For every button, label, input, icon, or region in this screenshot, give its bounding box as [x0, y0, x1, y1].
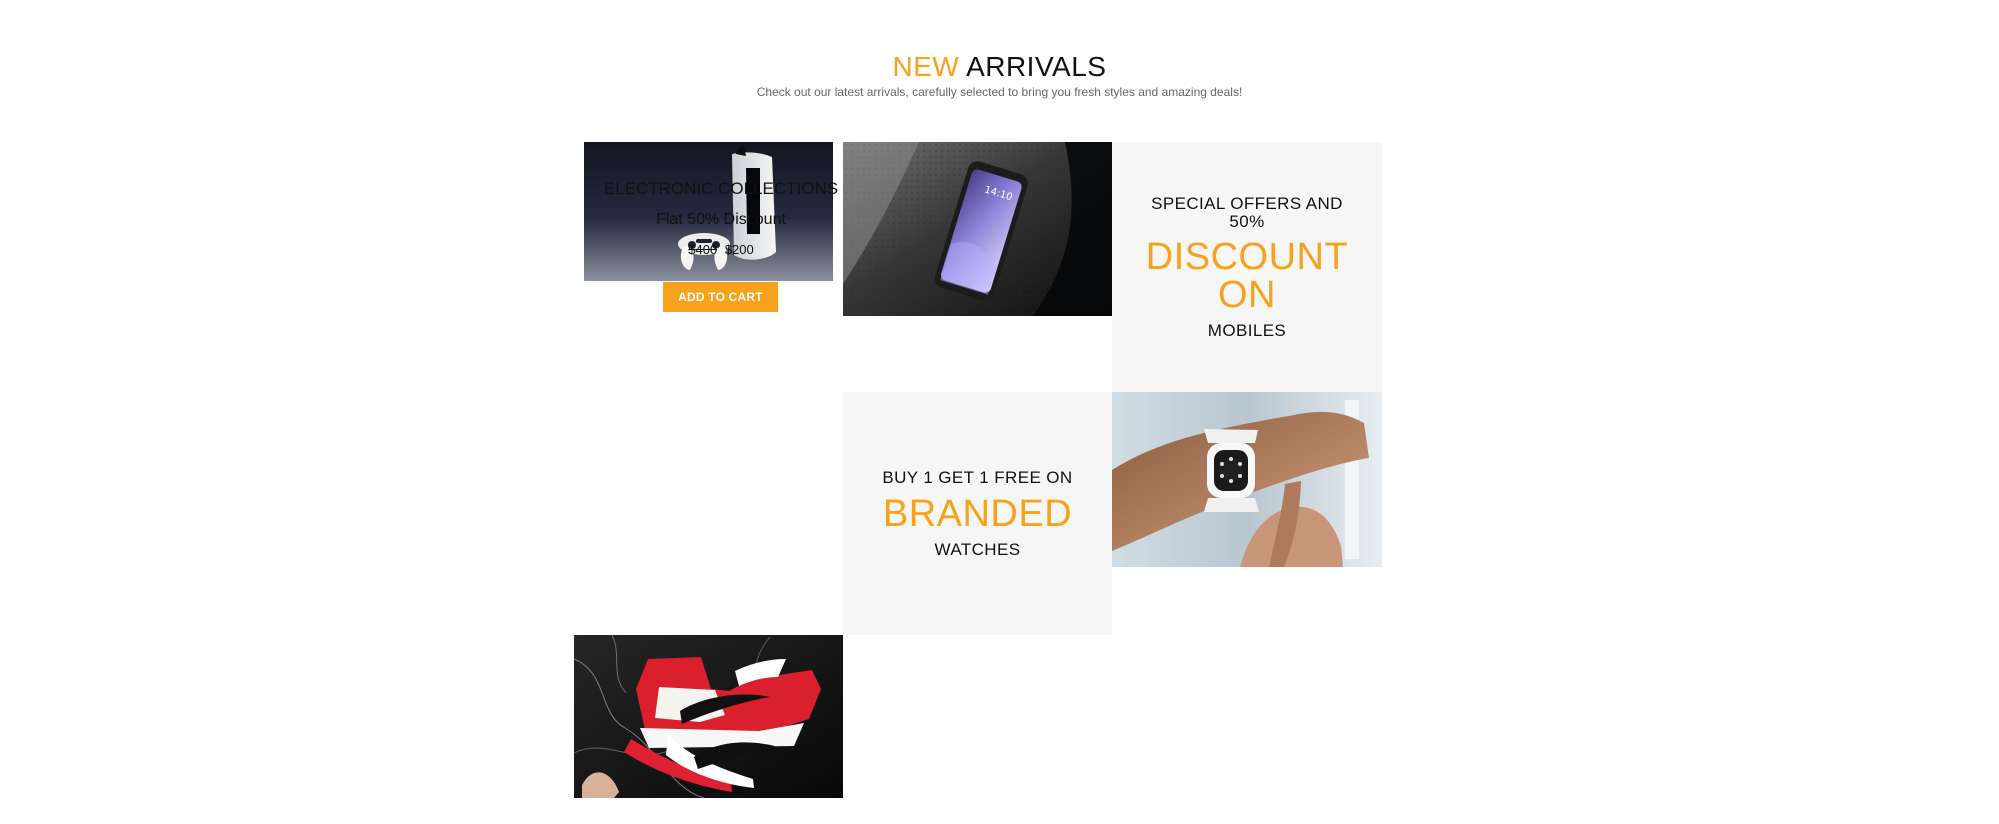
sneakers-product-image[interactable]	[574, 635, 843, 798]
old-price: $400	[688, 242, 718, 257]
watch-illustration	[1112, 392, 1382, 567]
section-title-rest: ARRIVALS	[966, 51, 1107, 83]
phone-product-image[interactable]: 14:10	[843, 142, 1112, 316]
section-title: NEW ARRIVALS	[0, 53, 1999, 81]
promo-tile-watches[interactable]: BUY 1 GET 1 FREE ON BRANDED WATCHES	[843, 392, 1112, 635]
promo-tile-mobiles[interactable]: SPECIAL OFFERS AND 50% DISCOUNT ON MOBIL…	[1112, 142, 1382, 392]
electronic-collections-discount: Flat 50% Discount	[656, 211, 786, 228]
promo-mobiles-line1: SPECIAL OFFERS AND 50%	[1151, 193, 1343, 231]
watch-product-image[interactable]	[1112, 392, 1382, 567]
promo-watches-line2: WATCHES	[934, 539, 1021, 559]
phone-illustration: 14:10	[843, 142, 1112, 316]
promo-mobiles-highlight: DISCOUNT ON	[1145, 236, 1349, 317]
promo-watches-line1: BUY 1 GET 1 FREE ON	[882, 468, 1073, 488]
promo-watches-highlight: BRANDED	[882, 492, 1073, 535]
section-title-accent: NEW	[892, 51, 960, 83]
sneakers-illustration	[574, 635, 843, 798]
electronic-collections-price: $400 $200	[574, 243, 868, 256]
promo-mobiles-line2: MOBILES	[1207, 321, 1287, 341]
new-price: $200	[724, 242, 754, 257]
section-subtitle: Check out our latest arrivals, carefully…	[756, 85, 1243, 99]
add-to-cart-button[interactable]: ADD TO CART	[663, 282, 778, 312]
electronic-collections-heading: ELECTRONIC COLLECTIONS	[603, 179, 839, 198]
